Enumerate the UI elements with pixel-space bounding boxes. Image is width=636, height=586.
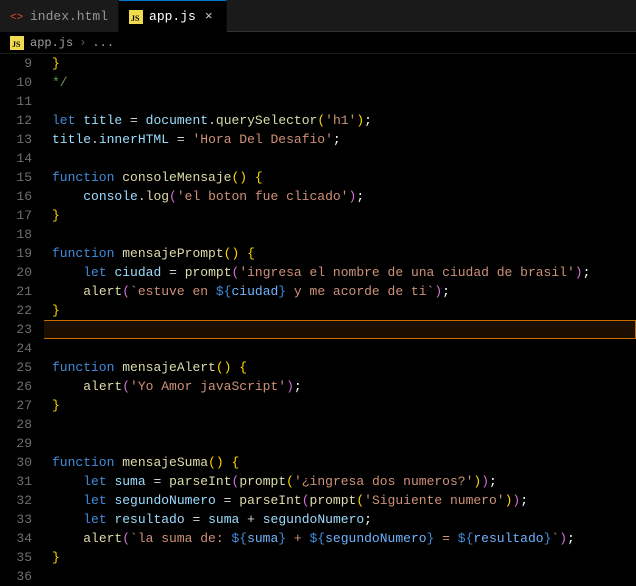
file-icon: <> xyxy=(10,9,24,23)
code-line[interactable] xyxy=(44,567,636,585)
line-number: 23 xyxy=(0,320,32,339)
breadcrumb-file[interactable]: app.js xyxy=(30,36,73,50)
code-line[interactable]: function mensajeSuma() { xyxy=(44,453,636,472)
line-number: 26 xyxy=(0,377,32,396)
line-number: 22 xyxy=(0,301,32,320)
tab-index-html[interactable]: <> index.html xyxy=(0,0,119,32)
code-line[interactable]: let title = document.querySelector('h1')… xyxy=(44,111,636,130)
svg-text:JS: JS xyxy=(12,40,21,49)
line-number: 33 xyxy=(0,510,32,529)
code-line[interactable] xyxy=(44,320,636,339)
code-line[interactable]: let resultado = suma + segundoNumero; xyxy=(44,510,636,529)
code-line[interactable]: let segundoNumero = parseInt(prompt('Sig… xyxy=(44,491,636,510)
tab-label: app.js xyxy=(149,9,196,24)
line-number: 31 xyxy=(0,472,32,491)
line-number: 30 xyxy=(0,453,32,472)
code-line[interactable]: } xyxy=(44,301,636,320)
line-number: 15 xyxy=(0,168,32,187)
code-line[interactable]: let ciudad = prompt('ingresa el nombre d… xyxy=(44,263,636,282)
line-gutter: 9101112131415161718192021222324252627282… xyxy=(0,54,44,585)
line-number: 20 xyxy=(0,263,32,282)
line-number: 14 xyxy=(0,149,32,168)
close-icon[interactable]: × xyxy=(202,10,216,24)
code-line[interactable] xyxy=(44,225,636,244)
line-number: 17 xyxy=(0,206,32,225)
line-number: 19 xyxy=(0,244,32,263)
line-number: 24 xyxy=(0,339,32,358)
line-number: 27 xyxy=(0,396,32,415)
line-number: 10 xyxy=(0,73,32,92)
line-number: 13 xyxy=(0,130,32,149)
code-line[interactable]: let suma = parseInt(prompt('¿ingresa dos… xyxy=(44,472,636,491)
code-line[interactable]: function mensajePrompt() { xyxy=(44,244,636,263)
line-number: 16 xyxy=(0,187,32,206)
file-icon: JS xyxy=(129,10,143,24)
code-line[interactable]: title.innerHTML = 'Hora Del Desafio'; xyxy=(44,130,636,149)
editor[interactable]: 9101112131415161718192021222324252627282… xyxy=(0,54,636,585)
tab-bar: <> index.html JS app.js × xyxy=(0,0,636,32)
code-line[interactable] xyxy=(44,434,636,453)
code-line[interactable]: */ xyxy=(44,73,636,92)
breadcrumb: JS app.js › ... xyxy=(0,32,636,54)
tab-app-js[interactable]: JS app.js × xyxy=(119,0,227,32)
line-number: 36 xyxy=(0,567,32,586)
code-line[interactable]: console.log('el boton fue clicado'); xyxy=(44,187,636,206)
line-number: 11 xyxy=(0,92,32,111)
tab-label: index.html xyxy=(30,9,108,24)
code-line[interactable]: } xyxy=(44,548,636,567)
line-number: 28 xyxy=(0,415,32,434)
line-number: 34 xyxy=(0,529,32,548)
code-line[interactable] xyxy=(44,415,636,434)
code-line[interactable]: } xyxy=(44,54,636,73)
line-number: 35 xyxy=(0,548,32,567)
js-icon: JS xyxy=(10,36,24,50)
line-number: 32 xyxy=(0,491,32,510)
code-line[interactable] xyxy=(44,92,636,111)
line-number: 29 xyxy=(0,434,32,453)
svg-text:<>: <> xyxy=(10,12,23,23)
line-number: 21 xyxy=(0,282,32,301)
line-number: 25 xyxy=(0,358,32,377)
line-number: 18 xyxy=(0,225,32,244)
breadcrumb-rest[interactable]: ... xyxy=(92,36,114,50)
code-line[interactable]: function consoleMensaje() { xyxy=(44,168,636,187)
code-line[interactable]: function mensajeAlert() { xyxy=(44,358,636,377)
svg-text:JS: JS xyxy=(131,14,140,23)
code-line[interactable]: alert('Yo Amor javaScript'); xyxy=(44,377,636,396)
line-number: 12 xyxy=(0,111,32,130)
code-line[interactable]: alert(`la suma de: ${suma} + ${segundoNu… xyxy=(44,529,636,548)
code-line[interactable] xyxy=(44,339,636,358)
code-line[interactable]: } xyxy=(44,396,636,415)
line-number: 9 xyxy=(0,54,32,73)
chevron-right-icon: › xyxy=(79,36,86,50)
code-line[interactable]: } xyxy=(44,206,636,225)
code-area[interactable]: }*/ let title = document.querySelector('… xyxy=(44,54,636,585)
code-line[interactable] xyxy=(44,149,636,168)
code-line[interactable]: alert(`estuve en ${ciudad} y me acorde d… xyxy=(44,282,636,301)
